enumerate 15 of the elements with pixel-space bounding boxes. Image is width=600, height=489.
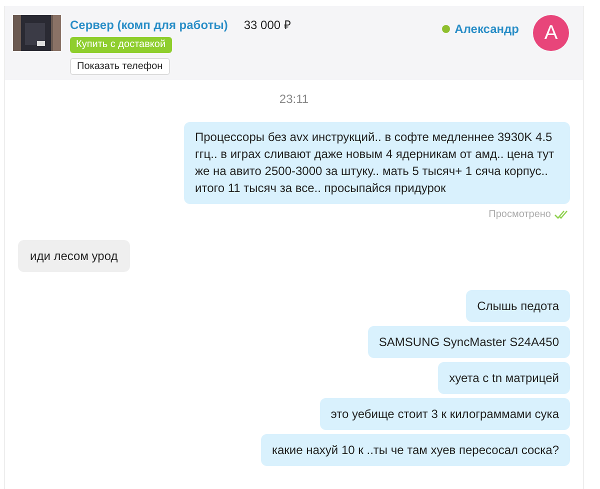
listing-price: 33 000 ₽: [244, 17, 291, 34]
outgoing-message: Слышь педота: [466, 290, 570, 322]
outgoing-message: какие нахуй 10 к ..ты че там хуев пересосал соска?: [260, 434, 570, 466]
listing-title[interactable]: Сервер (комп для работы): [70, 16, 228, 34]
outgoing-message: это уебище стоит 3 к килограммами сука: [320, 398, 570, 430]
incoming-message: иди лесом урод: [18, 240, 130, 272]
outgoing-message: хуета с tn матрицей: [438, 362, 570, 394]
show-phone-button[interactable]: Показать телефон: [70, 58, 170, 75]
outgoing-message: Процессоры без avx инструкций.. в софте медленнее 3930K 4.5 ггц.. в играх сливают даже новым 4 ядерникам от амд.. цена тут же на авито 2500-3000 за штуку.. мать 5 тысяч+ 1 сяча корпус.. итого 11 тысяч за все.. просыпайся придурок: [184, 122, 570, 204]
read-status: Просмотрено: [488, 208, 551, 222]
avatar[interactable]: А: [533, 15, 569, 51]
buy-button[interactable]: Купить с доставкой: [70, 37, 172, 53]
seller-name[interactable]: Александр: [454, 20, 519, 38]
outgoing-message: SAMSUNG SyncMaster S24A450: [368, 326, 570, 358]
message-time: 23:11: [279, 91, 309, 108]
